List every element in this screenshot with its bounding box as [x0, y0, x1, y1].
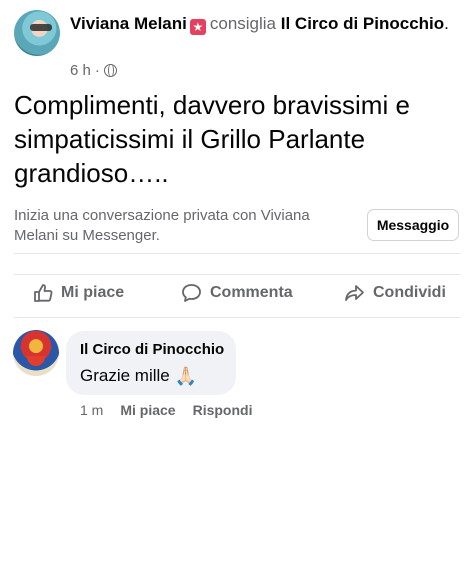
- page-avatar[interactable]: [13, 330, 59, 376]
- page-name[interactable]: Il Circo di Pinocchio: [281, 14, 444, 33]
- divider-actions-top: [14, 274, 460, 275]
- post-meta: 6 h ·: [70, 62, 117, 79]
- messenger-prompt: Inizia una conversazione privata con Viv…: [14, 207, 310, 244]
- thumbs-up-icon: [34, 284, 53, 302]
- comment-reply-button[interactable]: Rispondi: [193, 402, 253, 418]
- comment-time[interactable]: 1 m: [80, 402, 103, 418]
- globe-icon: [103, 63, 117, 77]
- meta-separator: ·: [94, 62, 100, 79]
- recommends-verb: consiglia: [209, 14, 277, 33]
- author-avatar[interactable]: [14, 10, 60, 56]
- comment-like-button[interactable]: Mi piace: [120, 402, 175, 418]
- post-time[interactable]: 6 h: [70, 62, 91, 79]
- comment-text: Grazie mille: [80, 366, 170, 385]
- message-button[interactable]: Messaggio: [367, 209, 459, 241]
- comment-text-line: Grazie mille 🙏🏻: [80, 366, 197, 387]
- action-bar: Mi piace Commenta Condividi: [0, 283, 472, 315]
- comment-button[interactable]: Commenta: [181, 283, 293, 303]
- divider-actions-bottom: [14, 317, 460, 318]
- like-button[interactable]: Mi piace: [33, 283, 124, 303]
- comment-icon: [182, 284, 201, 302]
- author-name[interactable]: Viviana Melani: [70, 14, 187, 33]
- divider-top: [14, 253, 460, 254]
- avatar-logo-detail: [27, 356, 45, 366]
- comment-meta: 1 m Mi piace Rispondi: [80, 402, 252, 418]
- post-text: Complimenti, davvero bravissimi e simpat…: [14, 90, 410, 188]
- like-label: Mi piace: [61, 284, 125, 301]
- comment-bubble: Il Circo di Pinocchio Grazie mille 🙏🏻: [66, 331, 236, 395]
- avatar-glasses: [30, 24, 52, 31]
- share-icon: [345, 285, 364, 301]
- comment-author[interactable]: Il Circo di Pinocchio: [80, 341, 224, 358]
- post-header: Viviana Melani ★ consiglia Il Circo di Pin…: [70, 13, 460, 35]
- praying-hands-icon: 🙏🏻: [174, 366, 197, 386]
- comment-label: Commenta: [210, 284, 293, 301]
- share-button[interactable]: Condividi: [344, 283, 446, 303]
- share-label: Condividi: [373, 284, 446, 301]
- star-badge-icon: ★: [189, 19, 206, 35]
- page-suffix: .: [444, 14, 449, 33]
